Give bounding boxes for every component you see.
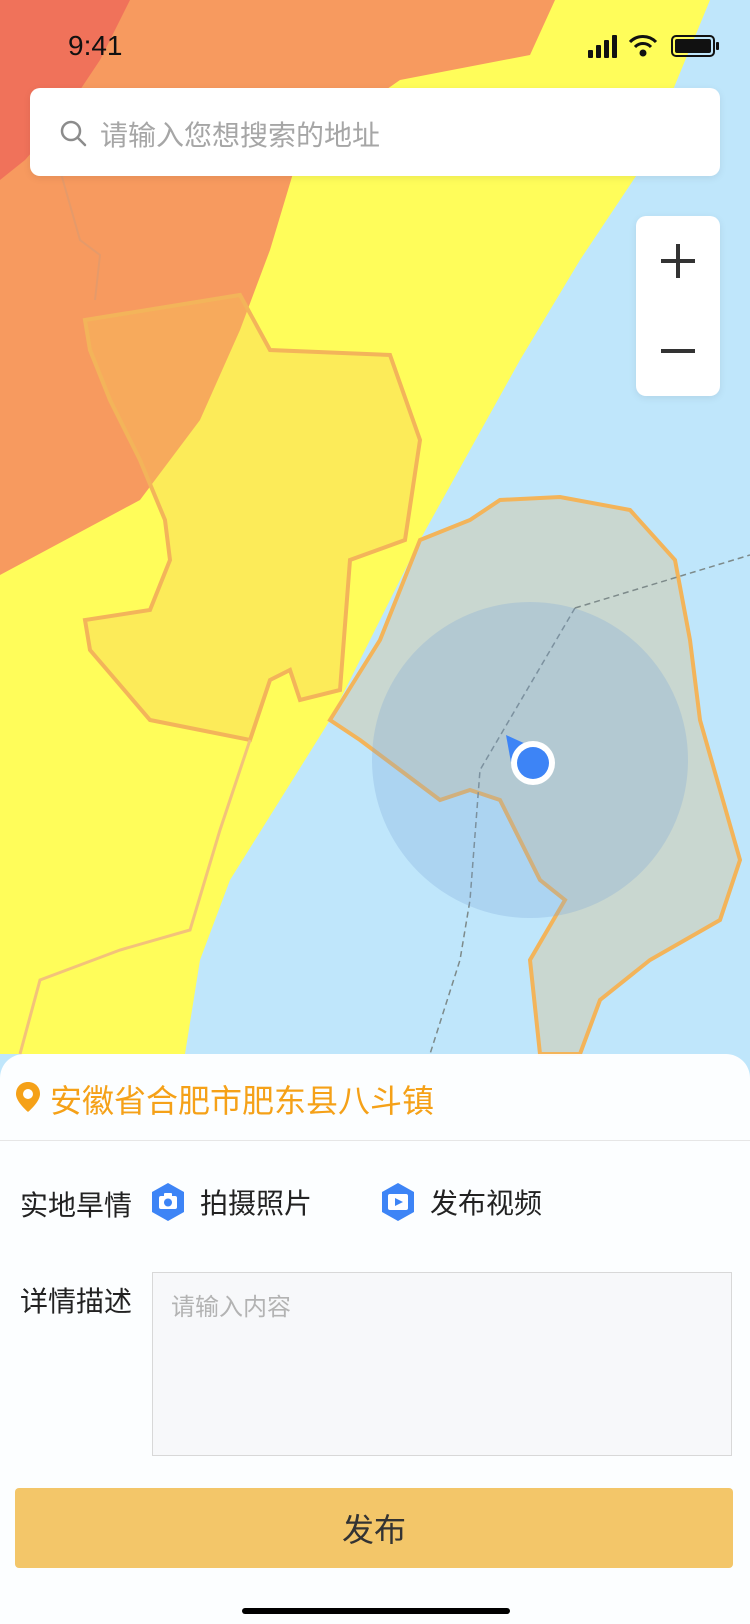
current-location-dot	[517, 747, 549, 779]
minus-icon	[661, 349, 695, 353]
take-photo-label: 拍摄照片	[200, 1187, 313, 1220]
field-drought-label: 实地旱情	[20, 1189, 133, 1222]
description-placeholder: 请输入内容	[171, 1293, 291, 1321]
signal-icon	[588, 35, 617, 58]
publish-button[interactable]: 发布	[15, 1488, 733, 1568]
search-icon	[60, 120, 87, 147]
camera-icon	[152, 1183, 184, 1221]
video-icon	[382, 1183, 414, 1221]
publish-video-button[interactable]: 发布视频	[380, 1180, 542, 1224]
search-input[interactable]: 请输入您想搜索的地址	[100, 114, 380, 154]
wifi-icon	[628, 35, 658, 57]
plus-icon	[661, 244, 695, 278]
location-text: 安徽省合肥市肥东县八斗镇	[50, 1082, 435, 1120]
take-photo-button[interactable]: 拍摄照片	[150, 1180, 312, 1224]
description-textarea[interactable]: 请输入内容	[152, 1272, 732, 1456]
status-time: 9:41	[68, 30, 123, 61]
search-bar[interactable]: 请输入您想搜索的地址	[30, 88, 720, 176]
home-indicator	[242, 1608, 510, 1614]
zoom-controls	[636, 216, 720, 396]
description-label: 详情描述	[20, 1285, 133, 1318]
zoom-in-button[interactable]	[636, 216, 720, 306]
publish-video-label: 发布视频	[430, 1187, 543, 1220]
zoom-out-button[interactable]	[636, 306, 720, 396]
location-pin-icon	[16, 1082, 40, 1112]
report-panel: 安徽省合肥市肥东县八斗镇 实地旱情 拍摄照片 发布视频 详情描述 请输入内容 发…	[0, 1054, 750, 1624]
status-icons	[588, 35, 719, 58]
location-row[interactable]: 安徽省合肥市肥东县八斗镇	[0, 1054, 750, 1141]
battery-icon	[671, 35, 719, 57]
